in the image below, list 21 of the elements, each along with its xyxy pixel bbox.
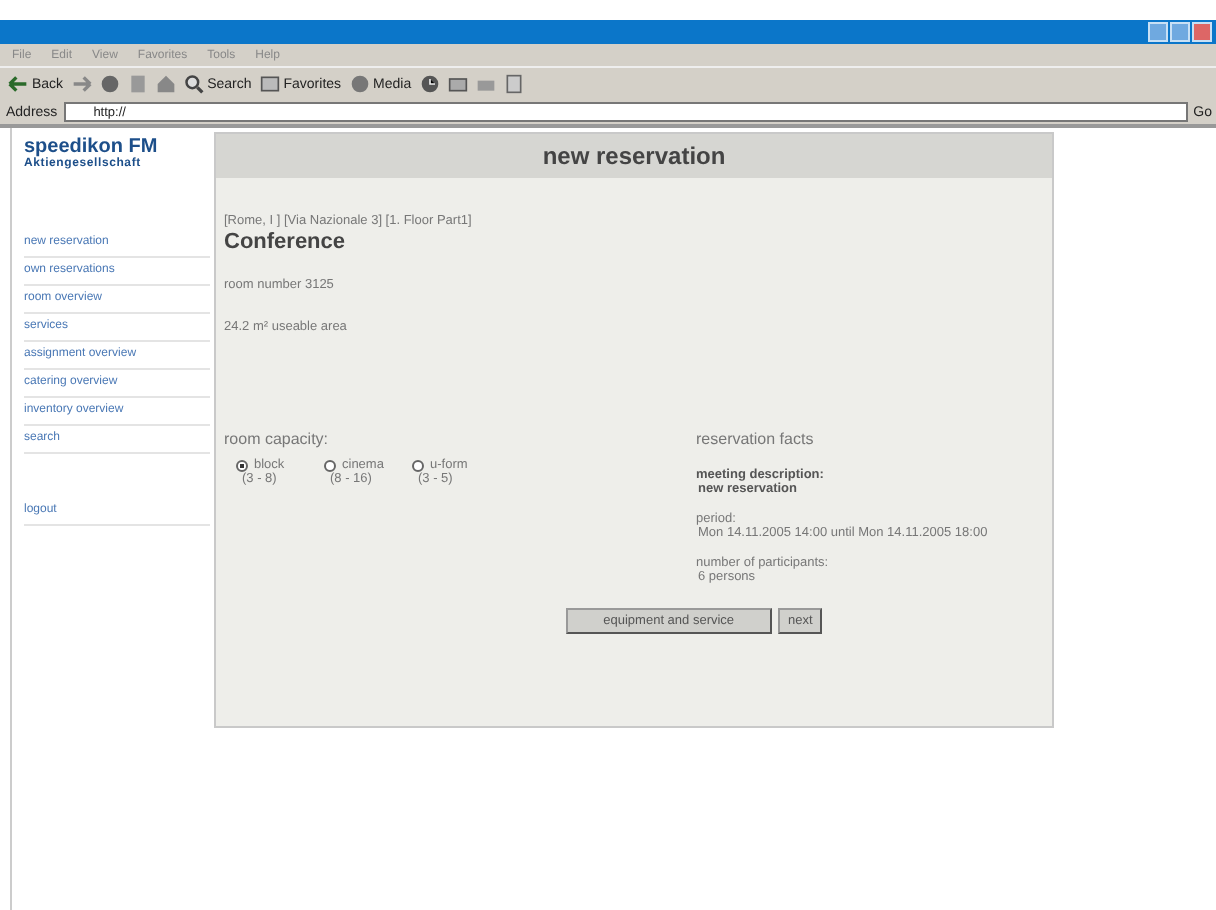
media-icon	[349, 74, 370, 94]
home-icon	[155, 74, 176, 94]
back-icon	[8, 74, 28, 94]
toolbar-button[interactable]	[155, 74, 176, 94]
logo: speedikon FM	[24, 136, 160, 158]
radio-icon[interactable]	[236, 459, 248, 471]
facts-title: reservation facts	[696, 430, 816, 448]
toolbar-button[interactable]	[71, 74, 92, 94]
panel-title: new reservation	[216, 134, 1052, 178]
history-icon	[419, 74, 440, 94]
search-icon	[183, 74, 204, 94]
favorites-icon	[259, 74, 280, 94]
radio-icon[interactable]	[412, 459, 424, 471]
stop-icon	[99, 74, 120, 94]
capacity-label: room capacity:	[224, 430, 331, 448]
toolbar-button[interactable]	[99, 74, 120, 94]
radio-icon[interactable]	[324, 459, 336, 471]
room-name: Conference	[224, 230, 348, 254]
toolbar-button[interactable]	[419, 74, 440, 94]
close-icon[interactable]	[1192, 22, 1212, 42]
forward-icon	[71, 74, 92, 94]
